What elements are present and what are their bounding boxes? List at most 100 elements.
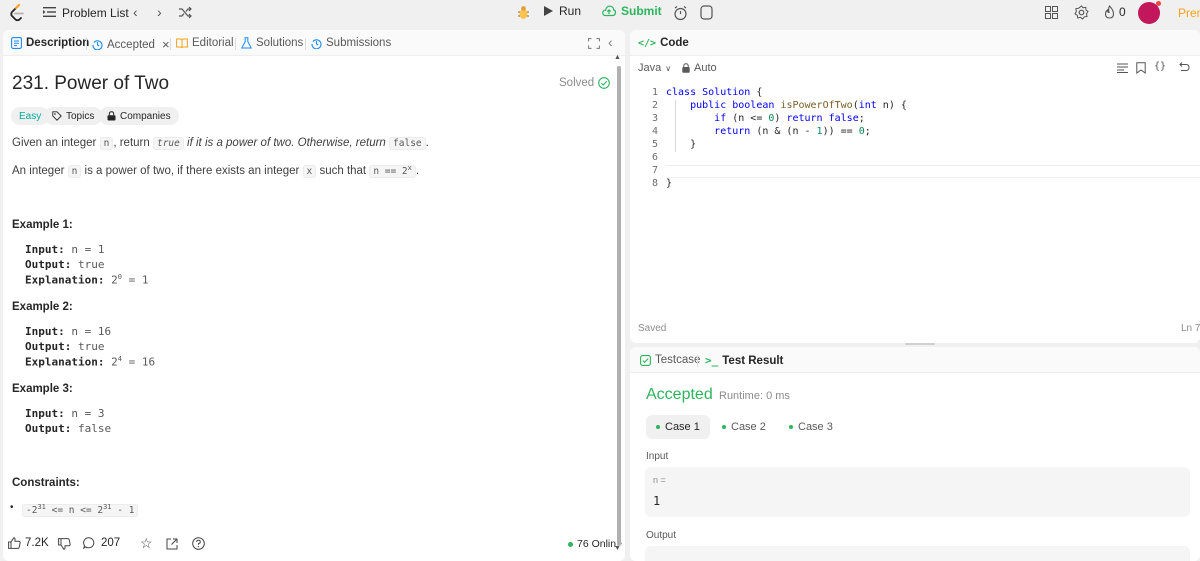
tab-accepted[interactable]: Accepted × (92, 37, 170, 52)
scroll-down-icon[interactable]: ▼ (614, 545, 621, 552)
language-label: Java (638, 62, 662, 74)
case-tab-2[interactable]: Case 2 (712, 415, 776, 439)
format-icon[interactable] (1117, 63, 1128, 73)
current-line-highlight (666, 165, 1200, 178)
reset-icon[interactable] (1178, 62, 1190, 73)
text: Given an integer (12, 137, 100, 149)
code-line[interactable]: } (666, 178, 672, 189)
code-panel: </> Code Java ∨ Auto {} 1 2 3 4 5 6 7 8 … (630, 30, 1200, 343)
close-tab-icon[interactable]: × (162, 37, 170, 52)
help-icon[interactable] (192, 537, 205, 550)
example-1-title: Example 1: (12, 219, 73, 231)
scrollbar-thumb[interactable] (617, 66, 621, 546)
example-2-explanation: Explanation: 24 = 16 (25, 355, 155, 369)
notes-icon[interactable] (700, 5, 713, 20)
thumbs-down-icon[interactable] (58, 538, 71, 550)
thumbs-up-icon (8, 537, 21, 549)
example-2-output: Output: true (25, 340, 104, 353)
tab-description[interactable]: Description (11, 37, 89, 49)
notification-dot (1156, 1, 1161, 6)
text: <= n <= 2 (45, 505, 104, 516)
value: false (77, 422, 112, 435)
tab-description-label: Description (26, 37, 90, 49)
line-number: 3 (651, 113, 658, 124)
book-icon (176, 38, 188, 48)
text: . (415, 165, 420, 178)
braces-icon[interactable]: {} (1154, 61, 1166, 72)
submit-label: Submit (621, 4, 662, 18)
code-line[interactable]: class Solution { (666, 87, 762, 98)
play-icon (544, 6, 553, 16)
tab-code[interactable]: </> Code (638, 37, 689, 49)
code-line[interactable]: if (n <= 0) return false; (666, 113, 865, 124)
tag-icon (52, 111, 62, 121)
scroll-up-icon[interactable]: ▲ (614, 54, 621, 61)
superscript: 31 (103, 502, 112, 511)
text: An integer (12, 165, 68, 178)
text: such that (316, 165, 370, 178)
problem-list-icon[interactable] (43, 6, 56, 18)
favorite-star-icon[interactable]: ☆ (140, 535, 153, 552)
result-tab-bar: Testcase >_ Test Result (630, 347, 1200, 373)
code-line[interactable]: return (n & (n - 1)) == 0; (666, 126, 871, 137)
leetcode-logo[interactable] (7, 3, 27, 23)
history-icon (311, 38, 322, 49)
tab-test-result[interactable]: >_ Test Result (705, 354, 783, 367)
problem-title[interactable]: 231. Power of Two (12, 73, 169, 95)
text: if it is a power of two. Otherwise, retu… (183, 137, 390, 149)
checkbox-icon (640, 354, 651, 366)
shuffle-icon[interactable] (178, 6, 192, 19)
label: Input: (25, 325, 65, 338)
case-tab-1[interactable]: Case 1 (646, 415, 710, 439)
settings-gear-icon[interactable] (1074, 5, 1089, 20)
prev-problem-icon[interactable]: ‹ (133, 4, 138, 20)
share-icon[interactable] (166, 538, 178, 550)
code-line[interactable] (666, 152, 672, 163)
next-problem-icon[interactable]: › (157, 4, 162, 20)
input-label: Input (646, 451, 669, 462)
line-number: 4 (651, 126, 658, 137)
superscript: x (407, 164, 412, 172)
submit-button[interactable]: Submit (602, 4, 662, 18)
like-button[interactable]: 7.2K (8, 537, 49, 549)
topics-tag[interactable]: Topics (44, 107, 103, 125)
tab-testcase[interactable]: Testcase (640, 354, 700, 366)
code-line[interactable]: } (666, 139, 696, 150)
run-button[interactable]: Run (544, 4, 581, 18)
value: 2 (111, 355, 118, 369)
example-1-output: Output: true (25, 258, 104, 271)
line-number: 6 (651, 152, 658, 163)
autocomplete-mode[interactable]: Auto (682, 62, 717, 74)
layout-grid-icon[interactable] (1045, 6, 1058, 19)
case-tab-3[interactable]: Case 3 (779, 415, 843, 439)
value: n = 16 (71, 325, 112, 338)
resize-handle[interactable] (905, 343, 935, 345)
streak-counter[interactable]: 0 (1104, 5, 1126, 19)
code-line[interactable]: public boolean isPowerOfTwo(int n) { (666, 100, 907, 111)
bookmark-icon[interactable] (1136, 62, 1146, 74)
comments-button[interactable]: 207 (83, 537, 120, 549)
tab-testcase-label: Testcase (655, 354, 701, 366)
timer-icon[interactable] (673, 5, 688, 21)
premium-link[interactable]: Prem (1178, 6, 1200, 20)
tab-test-result-label: Test Result (722, 354, 784, 367)
inline-code-expression: n == 2x (369, 164, 416, 179)
debug-bug-icon[interactable] (515, 4, 532, 21)
solved-status: Solved (559, 77, 611, 89)
tab-solutions[interactable]: Solutions (241, 37, 303, 49)
mode-label: Auto (694, 62, 717, 74)
tab-submissions[interactable]: Submissions (311, 37, 391, 49)
language-select[interactable]: Java ∨ (638, 62, 671, 74)
tab-editorial[interactable]: Editorial (176, 37, 234, 49)
companies-tag[interactable]: Companies (99, 107, 179, 125)
tab-submissions-label: Submissions (326, 37, 392, 49)
collapse-panel-icon[interactable]: ‹ (608, 34, 613, 50)
line-number: 7 (651, 165, 658, 176)
fullscreen-icon[interactable] (588, 38, 600, 49)
problem-list-link[interactable]: Problem List (62, 6, 129, 20)
superscript: 0 (117, 273, 122, 281)
tab-code-label: Code (660, 37, 689, 49)
example-2-title: Example 2: (12, 301, 73, 313)
solved-label: Solved (559, 77, 595, 89)
example-3-input: Input: n = 3 (25, 407, 105, 420)
